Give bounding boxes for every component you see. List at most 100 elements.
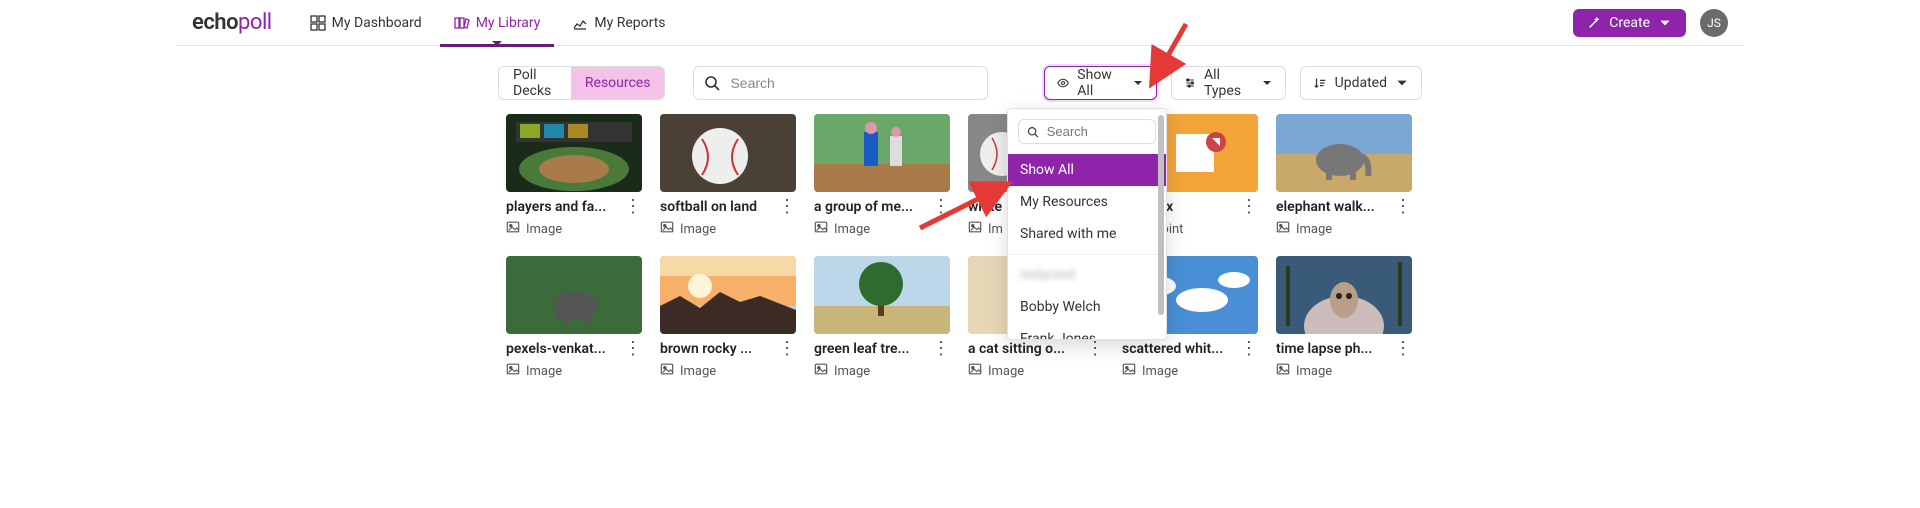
dropdown-item[interactable]: Frank Jones (1008, 323, 1166, 339)
resource-card[interactable]: players and fa...⋮ Image (506, 114, 642, 238)
resource-type: Image (814, 362, 950, 380)
avatar-initials: JS (1707, 16, 1721, 30)
dropdown-item[interactable]: redacted (1008, 259, 1166, 291)
resource-card[interactable]: pexels-venkat...⋮Image (506, 256, 642, 380)
more-button[interactable]: ⋮ (1240, 198, 1258, 216)
image-icon (968, 220, 982, 238)
resource-thumbnail[interactable] (814, 114, 950, 192)
dropdown-item[interactable]: Bobby Welch (1008, 291, 1166, 323)
resource-type-label: Image (680, 364, 716, 379)
resource-thumbnail[interactable] (506, 114, 642, 192)
dropdown-search[interactable] (1018, 119, 1156, 144)
more-button[interactable]: ⋮ (624, 340, 642, 358)
resource-type: Image (1276, 220, 1412, 238)
search-icon (704, 75, 720, 91)
resource-card[interactable]: softball on land⋮ Image (660, 114, 796, 238)
resource-title: time lapse ph... (1276, 341, 1394, 357)
more-button[interactable]: ⋮ (932, 340, 950, 358)
dashboard-icon (310, 15, 326, 31)
resource-thumbnail[interactable] (814, 256, 950, 334)
resource-card[interactable]: elephant walk...⋮ Image (1276, 114, 1412, 238)
dropdown-item[interactable]: Show All (1008, 154, 1166, 186)
library-toolbar: Poll Decks Resources Show All All Types … (498, 46, 1422, 114)
sort-icon (1313, 76, 1327, 90)
nav-my-library[interactable]: My Library (440, 0, 555, 46)
resource-type: Image (814, 220, 950, 238)
resource-type-label: Image (834, 222, 870, 237)
chevron-down-icon (1132, 76, 1144, 90)
resource-type-label: Image (526, 222, 562, 237)
search-input[interactable] (730, 75, 977, 91)
resource-thumbnail[interactable] (1276, 256, 1412, 334)
more-button[interactable]: ⋮ (1240, 340, 1258, 358)
filter-label: Show All (1077, 67, 1124, 99)
resource-type: Image (968, 362, 1104, 380)
resource-card[interactable]: a group of me...⋮Image (814, 114, 950, 238)
chevron-down-icon (1658, 16, 1672, 30)
seg-label: Resources (585, 75, 651, 91)
nav-label: My Library (476, 15, 541, 31)
scrollbar[interactable] (1158, 115, 1164, 315)
resource-thumbnail[interactable] (660, 114, 796, 192)
filter-label: Updated (1335, 75, 1387, 91)
resource-thumbnail[interactable] (660, 256, 796, 334)
resource-type: Image (506, 220, 642, 238)
visibility-dropdown: Show AllMy ResourcesShared with me redact… (1007, 108, 1167, 340)
resource-type-label: Image (1296, 222, 1332, 237)
brand-logo[interactable]: echopoll (192, 10, 272, 35)
resource-type-label: Im (988, 222, 1003, 237)
more-button[interactable]: ⋮ (778, 340, 796, 358)
resource-thumbnail[interactable] (506, 256, 642, 334)
more-button[interactable]: ⋮ (624, 198, 642, 216)
filter-type-button[interactable]: All Types (1171, 66, 1286, 100)
chevron-down-icon (1395, 76, 1409, 90)
filter-label: All Types (1204, 67, 1252, 99)
resource-title: scattered whit... (1122, 341, 1240, 357)
image-icon (1276, 220, 1290, 238)
filter-visibility-button[interactable]: Show All (1044, 66, 1157, 100)
nav-my-reports[interactable]: My Reports (558, 0, 679, 46)
more-button[interactable]: ⋮ (1394, 198, 1412, 216)
more-button[interactable]: ⋮ (1394, 340, 1412, 358)
segmented-control: Poll Decks Resources (498, 66, 665, 100)
resource-thumbnail[interactable] (1276, 114, 1412, 192)
image-icon (968, 362, 982, 380)
reports-icon (572, 15, 588, 31)
image-icon (506, 220, 520, 238)
dropdown-item[interactable]: My Resources (1008, 186, 1166, 218)
create-button[interactable]: Create (1573, 9, 1686, 37)
search-box[interactable] (693, 66, 988, 100)
resource-card[interactable]: time lapse ph...⋮Image (1276, 256, 1412, 380)
image-icon (506, 362, 520, 380)
resource-type-label: Image (680, 222, 716, 237)
avatar[interactable]: JS (1700, 9, 1728, 37)
nav-my-dashboard[interactable]: My Dashboard (296, 0, 436, 46)
image-icon (660, 220, 674, 238)
wand-icon (1587, 16, 1601, 30)
image-icon (660, 362, 674, 380)
library-icon (454, 15, 470, 31)
sliders-icon (1184, 76, 1196, 90)
dropdown-search-input[interactable] (1047, 124, 1147, 139)
filter-sort-button[interactable]: Updated (1300, 66, 1422, 100)
tab-resources[interactable]: Resources (571, 67, 665, 99)
resource-card[interactable]: green leaf tre...⋮Image (814, 256, 950, 380)
resource-type: Image (1122, 362, 1258, 380)
resource-card[interactable]: brown rocky ...⋮Image (660, 256, 796, 380)
more-button[interactable]: ⋮ (932, 198, 950, 216)
resource-title: softball on land (660, 199, 778, 215)
more-button[interactable]: ⋮ (1086, 340, 1104, 358)
tab-poll-decks[interactable]: Poll Decks (499, 67, 571, 99)
resource-title: elephant walk... (1276, 199, 1394, 215)
resource-title: a cat sitting o... (968, 341, 1086, 357)
dropdown-item[interactable]: Shared with me (1008, 218, 1166, 250)
more-button[interactable]: ⋮ (778, 198, 796, 216)
top-nav: echopoll My Dashboard My Library My Repo… (176, 0, 1744, 46)
image-icon (814, 220, 828, 238)
resource-type-label: Image (988, 364, 1024, 379)
resource-title: players and fa... (506, 199, 624, 215)
image-icon (1276, 362, 1290, 380)
resource-type: Image (660, 362, 796, 380)
resource-type-label: Image (526, 364, 562, 379)
eye-icon (1057, 76, 1069, 90)
